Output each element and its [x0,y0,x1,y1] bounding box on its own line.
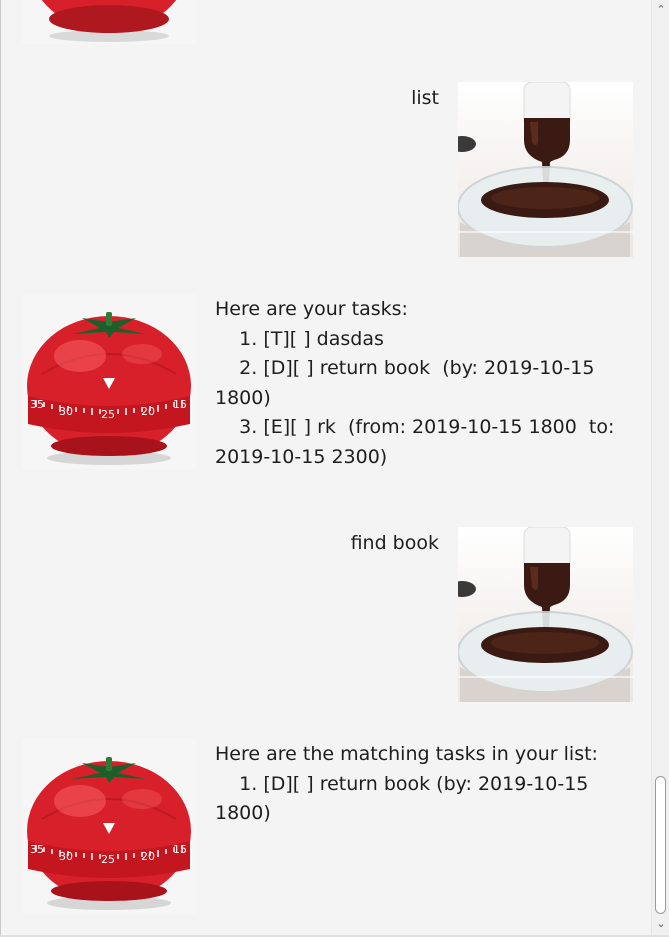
user-message: find book [301,529,439,559]
scroll-thumb[interactable] [655,776,666,914]
bot-message-line: Here are your tasks: [215,298,408,320]
timer-dial-label: 35 [30,398,44,411]
timer-dial-label: 25 [101,853,115,866]
bot-avatar: 35 30 25 20 15 [22,294,197,469]
dialog-container[interactable]: list 35 30 25 20 15 Here are your tasks:… [1,0,651,935]
bot-avatar: 35 30 25 20 15 [22,739,197,914]
timer-dial-label: 30 [59,850,73,863]
bot-message-line: 2019-10-15 2300) [215,445,388,468]
timer-dial-label: 20 [141,405,155,418]
timer-dial-label: 30 [59,405,73,418]
scroll-up-button[interactable]: ⌃ [652,2,669,18]
user-avatar [458,82,633,257]
vertical-scrollbar[interactable]: ⌃ ⌄ [651,0,669,935]
bot-message-line: 1. [D][ ] return book (by: 2019-10-15 [215,772,589,795]
bot-message-line: 3. [E][ ] rk (from: 2019-10-15 1800 to: [215,416,615,438]
app-window: list 35 30 25 20 15 Here are your tasks:… [0,0,669,937]
user-message-text: find book [350,532,439,554]
bot-message: Here are the matching tasks in your list… [215,740,615,829]
timer-dial-label: 35 [30,843,44,856]
timer-dial-label: 25 [101,408,115,421]
scroll-down-button[interactable]: ⌄ [652,916,669,932]
tomato-timer-icon: 35 30 25 20 15 [22,739,197,914]
bot-message-line: 1800) [215,386,271,409]
timer-dial-label: 15 [173,398,187,411]
user-message-text: list [411,87,439,109]
bot-message-line: Here are the matching tasks in your list… [215,743,598,765]
tomato-timer-icon: 35 30 25 20 15 [22,294,197,469]
bot-message-line: 1800) [215,802,271,824]
bot-message-line: 1. [T][ ] dasdas [215,327,384,350]
bot-avatar [22,0,197,44]
chocolate-dip-icon [458,82,633,257]
timer-dial-label: 15 [173,843,187,856]
bot-message: Here are your tasks: 1. [T][ ] dasdas 2.… [215,295,615,472]
timer-dial-label: 20 [141,850,155,863]
user-avatar [458,527,633,702]
user-message: list [301,84,439,114]
tomato-timer-icon [22,0,197,44]
chocolate-dip-icon [458,527,633,702]
bot-message-line: 2. [D][ ] return book (by: 2019-10-15 [215,357,595,379]
